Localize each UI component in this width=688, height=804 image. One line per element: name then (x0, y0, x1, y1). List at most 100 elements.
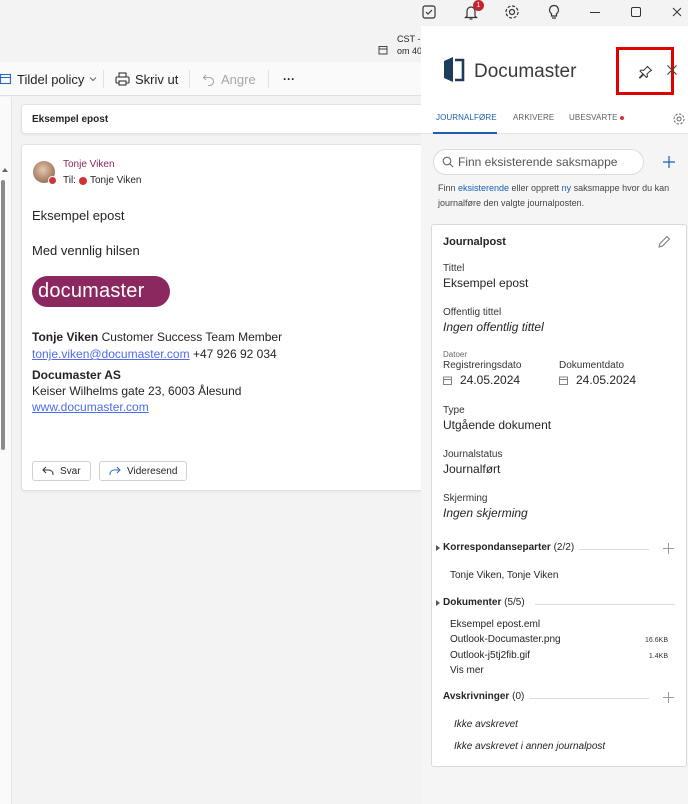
shielding-label: Skjerming (443, 493, 488, 504)
add-correspondent-icon[interactable] (662, 542, 675, 555)
write-offs-label: Avskrivninger (443, 691, 510, 702)
sender-name[interactable]: Tonje Viken (63, 159, 115, 170)
addin-header: Documaster (421, 26, 688, 104)
ribbon-toolbar: Tildel policy Skriv ut Angre ··· (0, 62, 421, 96)
correspondents-heading[interactable]: Korrespondanseparter (2/2) (443, 542, 574, 553)
documaster-logo-icon (441, 56, 466, 83)
tab-ubesvarte-label: UBESVARTE (569, 113, 618, 122)
search-input[interactable] (458, 155, 638, 169)
status-value: Journalført (443, 462, 501, 476)
assign-policy-button[interactable]: Tildel policy (0, 62, 97, 96)
doc-date-value: 24.05.2024 (576, 373, 637, 387)
subject-card: Eksempel epost (21, 104, 421, 134)
case-folder-search[interactable] (433, 149, 644, 175)
close-panel-icon[interactable] (666, 64, 678, 76)
reg-date-value: 24.05.2024 (460, 373, 521, 387)
help-text-part: eller opprett (509, 183, 562, 193)
search-icon (442, 156, 454, 168)
signature-phone: +47 926 92 034 (192, 347, 277, 361)
forward-button[interactable]: Videresend (99, 461, 188, 481)
status-label: Journalstatus (443, 449, 503, 460)
more-options-button[interactable]: ··· (283, 62, 295, 96)
lightbulb-icon[interactable] (545, 3, 563, 21)
minimize-icon[interactable] (586, 3, 604, 21)
document-size: 16.6KB (645, 637, 668, 644)
printer-icon (115, 72, 130, 86)
document-item[interactable]: Outlook-j5tj2fib.gif (450, 650, 530, 661)
email-subject: Eksempel epost (32, 114, 109, 125)
signature-title: Customer Success Team Member (101, 330, 283, 344)
help-link-existing[interactable]: eksisterende (458, 183, 509, 193)
expand-caret-icon[interactable] (436, 545, 440, 551)
doc-date-label: Dokumentdato (559, 360, 625, 371)
reply-button[interactable]: Svar (32, 461, 91, 481)
correspondents-label: Korrespondanseparter (443, 542, 551, 553)
tab-journalfore[interactable]: JOURNALFØRE (436, 113, 497, 122)
documents-heading[interactable]: Dokumenter (5/5) (443, 597, 525, 608)
close-window-icon[interactable] (668, 3, 686, 21)
section-divider (579, 549, 649, 550)
help-link-new[interactable]: ny (562, 183, 572, 193)
signature-email-link[interactable]: tonje.viken@documaster.com (32, 347, 190, 361)
bell-icon[interactable]: 1 (462, 0, 484, 21)
print-button[interactable]: Skriv ut (115, 62, 178, 96)
notification-badge: 1 (473, 0, 484, 11)
write-off-item[interactable]: Ikke avskrevet i annen journalpost (454, 741, 605, 752)
toolbar-divider (103, 70, 104, 88)
document-item[interactable]: Outlook-Documaster.png (450, 634, 561, 645)
maximize-icon[interactable] (627, 3, 645, 21)
calendar-icon (559, 376, 568, 385)
meeting-reminder[interactable]: CST - om 40 (378, 32, 422, 58)
signature-name: Tonje Viken (32, 330, 99, 344)
add-write-off-icon[interactable] (662, 691, 675, 704)
signature-address: Keiser Wilhelms gate 23, 6003 Ålesund (32, 384, 242, 398)
undo-button[interactable]: Angre (202, 62, 256, 96)
show-more-link[interactable]: Vis mer (450, 665, 484, 676)
write-offs-heading[interactable]: Avskrivninger (0) (443, 691, 524, 702)
section-divider (529, 698, 649, 699)
tab-ubesvarte[interactable]: UBESVARTE (569, 113, 624, 122)
settings-gear-icon[interactable] (672, 112, 686, 126)
gear-icon[interactable] (503, 3, 521, 21)
scrollbar-thumb[interactable] (1, 180, 5, 450)
unread-indicator-dot (619, 115, 624, 120)
reminder-title: CST - (397, 34, 421, 44)
dates-label: Datoer (443, 350, 468, 359)
shielding-value: Ingen skjerming (443, 506, 528, 520)
reply-icon (42, 466, 54, 476)
company-logo: documaster (32, 276, 170, 307)
active-tab-indicator (433, 132, 497, 134)
message-card: Tonje Viken Til: Tonje Viken Eksempel ep… (21, 144, 421, 491)
section-divider (535, 604, 675, 605)
forward-label: Videresend (127, 465, 178, 477)
body-line-1: Eksempel epost (32, 208, 125, 223)
clipboard-icon[interactable] (420, 3, 438, 21)
journalpost-heading: Journalpost (443, 236, 506, 248)
document-item[interactable]: Eksempel epost.eml (450, 619, 540, 630)
scroll-up-icon[interactable] (2, 167, 8, 172)
window-titlebar: 1 (0, 0, 688, 26)
signature-company: Documaster AS (32, 368, 121, 382)
correspondents-count: (2/2) (553, 542, 575, 553)
signature-website-link[interactable]: www.documaster.com (32, 400, 149, 414)
edit-pencil-icon[interactable] (657, 235, 671, 249)
add-case-folder-icon[interactable] (662, 155, 676, 169)
signature-contact-line: tonje.viken@documaster.com +47 926 92 03… (32, 347, 277, 361)
to-prefix: Til: (63, 175, 76, 186)
reg-date-label: Registreringsdato (443, 360, 522, 371)
help-text: Finn eksisterende eller opprett ny saksm… (438, 181, 683, 211)
correspondents-value: Tonje Viken, Tonje Viken (450, 570, 559, 581)
write-off-item[interactable]: Ikke avskrevet (454, 719, 518, 730)
journalpost-card: Journalpost Tittel Eksempel epost Offent… (431, 224, 687, 767)
expand-caret-icon[interactable] (436, 600, 440, 606)
documents-count: (5/5) (504, 597, 525, 608)
recipient-line: Til: Tonje Viken (63, 175, 142, 186)
documents-label: Dokumenter (443, 597, 502, 608)
pin-icon[interactable] (639, 65, 653, 79)
public-title-value: Ingen offentlig tittel (443, 320, 544, 334)
undo-label: Angre (221, 71, 256, 87)
write-offs-count: (0) (512, 691, 525, 702)
tab-arkivere[interactable]: ARKIVERE (513, 113, 554, 122)
recipient-name[interactable]: Tonje Viken (90, 175, 142, 186)
documaster-addin-panel: Documaster JOURNALFØRE ARKIVERE UBESVART… (421, 26, 688, 804)
